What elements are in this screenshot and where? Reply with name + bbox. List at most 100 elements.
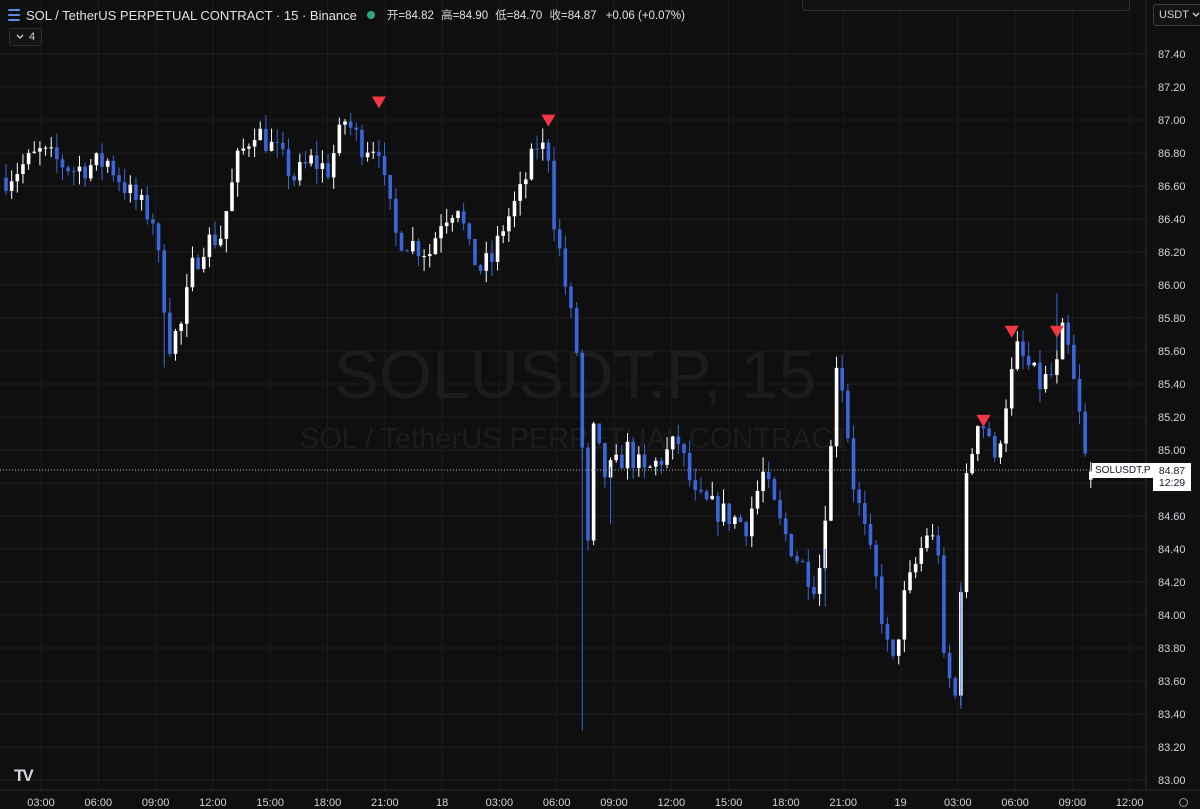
candle-body [591, 423, 596, 541]
sell-signal-marker [1004, 325, 1019, 338]
candle-body [179, 323, 183, 332]
sell-signal-marker [541, 114, 556, 127]
time-tick-label: 21:00 [371, 797, 399, 809]
chevron-down-icon [16, 34, 24, 39]
candle-body [467, 223, 472, 239]
indicators-toggle-button[interactable]: 4 [9, 28, 43, 46]
candle-body [320, 163, 325, 169]
candles-layer [4, 113, 1093, 731]
price-chart[interactable]: SOLUSDT.P, 15 SOL / TetherUS PERPETUAL C… [0, 0, 1200, 809]
price-tick-label: 86.60 [1158, 181, 1186, 193]
candle-body [744, 522, 748, 537]
price-tick-label: 85.20 [1158, 412, 1186, 424]
candle-body [303, 162, 308, 164]
candle-body [721, 503, 726, 522]
candle-body [360, 129, 364, 158]
last-price-value: 84.87 [1158, 465, 1186, 477]
candle-body [377, 151, 381, 156]
candle-body [603, 443, 607, 478]
candle-body [851, 438, 856, 490]
time-tick-label: 03:00 [27, 797, 55, 809]
candle-body [185, 287, 189, 324]
indicators-count: 4 [29, 31, 36, 43]
sell-signal-marker [371, 96, 386, 109]
candle-body [817, 568, 822, 595]
candle-body [546, 142, 551, 161]
hamburger-icon[interactable] [8, 9, 20, 21]
candle-body [529, 148, 534, 180]
candle-body [829, 446, 833, 521]
candle-body [501, 231, 505, 236]
candle-body [439, 226, 443, 239]
price-tick-label: 85.80 [1158, 313, 1186, 325]
candle-body [15, 174, 20, 182]
candle-body [145, 195, 150, 220]
candle-body [43, 147, 48, 149]
candle-body [298, 162, 302, 181]
time-axis[interactable]: 03:00 06:00 09:00 12:00 15:00 18:00 21:00 18 03:… [27, 797, 1143, 809]
symbol-title[interactable]: SOL / TetherUS PERPETUAL CONTRACT · 15 ·… [26, 8, 357, 23]
candle-body [201, 256, 206, 270]
candle-body [399, 232, 404, 251]
candle-body [552, 160, 556, 230]
candle-body [834, 367, 839, 447]
candle-body [637, 454, 641, 469]
low-label: 低 [495, 10, 507, 22]
candle-body [382, 155, 387, 176]
candle-body [77, 166, 82, 172]
time-tick-label: 03:00 [944, 797, 972, 809]
price-axis[interactable]: 87.40 87.20 87.00 86.80 86.60 86.40 86.20 86.00… [1158, 49, 1186, 787]
candle-body [4, 177, 8, 191]
candle-body [117, 175, 121, 183]
candle-body [863, 503, 867, 525]
candle-body [224, 211, 229, 239]
candle-body [586, 447, 590, 541]
candle-body [540, 142, 545, 149]
price-tick-label: 85.40 [1158, 379, 1186, 391]
candle-body [275, 141, 279, 143]
chart-watermark: SOLUSDT.P, 15 SOL / TetherUS PERPETUAL C… [300, 337, 850, 455]
time-tick-label: 06:00 [543, 797, 571, 809]
candle-body [772, 479, 777, 500]
candle-body [21, 164, 25, 175]
last-price-tag: 84.87 12:29 [1153, 463, 1191, 491]
axis-settings-icon[interactable] [1179, 798, 1188, 807]
candle-body [473, 238, 477, 266]
candle-body [156, 223, 161, 251]
candle-body [507, 216, 511, 232]
time-tick-label: 09:00 [600, 797, 628, 809]
candle-body [422, 256, 426, 258]
candle-body [620, 454, 624, 469]
candle-body [1055, 359, 1059, 375]
candle-body [806, 561, 811, 587]
candle-body [230, 182, 234, 212]
time-tick-label: 03:00 [486, 797, 514, 809]
candle-body [913, 563, 918, 573]
candle-body [942, 555, 946, 653]
toolbar-frame [802, 0, 1130, 11]
candle-body [1021, 341, 1025, 356]
price-tick-label: 83.60 [1158, 676, 1186, 688]
candle-body [676, 436, 681, 445]
candle-body [625, 441, 630, 469]
watermark-description: SOL / TetherUS PERPETUAL CONTRACT [300, 423, 850, 455]
candle-body [55, 147, 59, 160]
candle-body [766, 471, 771, 480]
candle-body [524, 179, 528, 185]
candle-body [896, 639, 901, 656]
candle-body [682, 444, 686, 453]
tradingview-logo[interactable]: TV [14, 766, 34, 786]
price-tick-label: 85.00 [1158, 445, 1186, 457]
candle-body [32, 151, 37, 153]
price-tick-label: 83.80 [1158, 643, 1186, 655]
candle-body [761, 471, 765, 491]
candle-body [857, 489, 861, 504]
candle-body [597, 423, 602, 444]
time-tick-label: 06:00 [1001, 797, 1029, 809]
candle-body [699, 489, 703, 492]
price-tick-label: 84.20 [1158, 577, 1186, 589]
candle-body [348, 121, 353, 128]
price-tick-label: 86.20 [1158, 247, 1186, 259]
currency-select[interactable]: USDT [1153, 4, 1200, 26]
chevron-down-icon [1192, 12, 1200, 17]
